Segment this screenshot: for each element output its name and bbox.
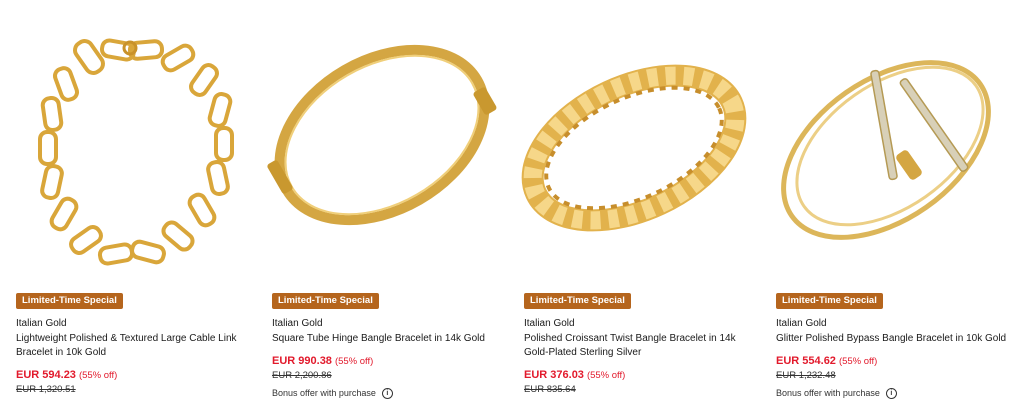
- sale-price-value: EUR 554.62: [776, 355, 836, 367]
- product-card[interactable]: Limited-Time Special Italian Gold Lightw…: [0, 0, 252, 402]
- sale-price-value: EUR 990.38: [272, 355, 332, 367]
- bonus-offer[interactable]: Bonus offer with purchase i: [776, 388, 897, 400]
- product-brand[interactable]: Italian Gold: [16, 318, 67, 329]
- limited-time-badge: Limited-Time Special: [16, 293, 123, 309]
- original-price: EUR 1,320.51: [16, 384, 76, 395]
- bonus-offer-text: Bonus offer with purchase: [272, 388, 376, 398]
- product-title[interactable]: Polished Croissant Twist Bangle Bracelet…: [524, 332, 756, 360]
- product-title[interactable]: Glitter Polished Bypass Bangle Bracelet …: [776, 332, 1008, 346]
- discount-percent: (55% off): [78, 370, 118, 381]
- product-card[interactable]: Limited-Time Special Italian Gold Square…: [256, 0, 508, 402]
- original-price: EUR 835.64: [524, 384, 576, 395]
- sale-price: EUR 554.62 (55% off): [776, 355, 877, 367]
- original-price: EUR 1,232.48: [776, 370, 836, 381]
- limited-time-badge: Limited-Time Special: [524, 293, 631, 309]
- sale-price-value: EUR 594.23: [16, 369, 76, 381]
- limited-time-badge: Limited-Time Special: [272, 293, 379, 309]
- info-icon[interactable]: i: [885, 388, 897, 400]
- hinge-bangle-icon: [267, 44, 497, 226]
- sale-price: EUR 594.23 (55% off): [16, 369, 117, 381]
- cable-link-bracelet-icon: [38, 38, 234, 266]
- product-brand[interactable]: Italian Gold: [524, 318, 575, 329]
- croissant-bangle-icon: [521, 64, 747, 232]
- product-title[interactable]: Square Tube Hinge Bangle Bracelet in 14k…: [272, 332, 504, 346]
- product-image[interactable]: [256, 0, 508, 280]
- product-brand[interactable]: Italian Gold: [776, 318, 827, 329]
- product-brand[interactable]: Italian Gold: [272, 318, 323, 329]
- product-title[interactable]: Lightweight Polished & Textured Large Ca…: [16, 332, 248, 360]
- product-card[interactable]: Limited-Time Special Italian Gold Glitte…: [760, 0, 1012, 402]
- bonus-offer-text: Bonus offer with purchase: [776, 388, 880, 398]
- product-image[interactable]: [760, 0, 1012, 280]
- original-price: EUR 2,200.86: [272, 370, 332, 381]
- sale-price: EUR 376.03 (55% off): [524, 369, 625, 381]
- discount-percent: (55% off): [838, 356, 878, 367]
- bonus-offer[interactable]: Bonus offer with purchase i: [272, 388, 393, 400]
- discount-percent: (55% off): [586, 370, 626, 381]
- product-card[interactable]: Limited-Time Special Italian Gold Polish…: [508, 0, 760, 402]
- product-image[interactable]: [0, 0, 252, 280]
- product-image[interactable]: [508, 0, 760, 280]
- limited-time-badge: Limited-Time Special: [776, 293, 883, 309]
- discount-percent: (55% off): [334, 356, 374, 367]
- info-icon[interactable]: i: [381, 388, 393, 400]
- sale-price-value: EUR 376.03: [524, 369, 584, 381]
- sale-price: EUR 990.38 (55% off): [272, 355, 373, 367]
- product-grid: Limited-Time Special Italian Gold Lightw…: [0, 0, 1024, 402]
- bypass-bangle-icon: [781, 60, 991, 240]
